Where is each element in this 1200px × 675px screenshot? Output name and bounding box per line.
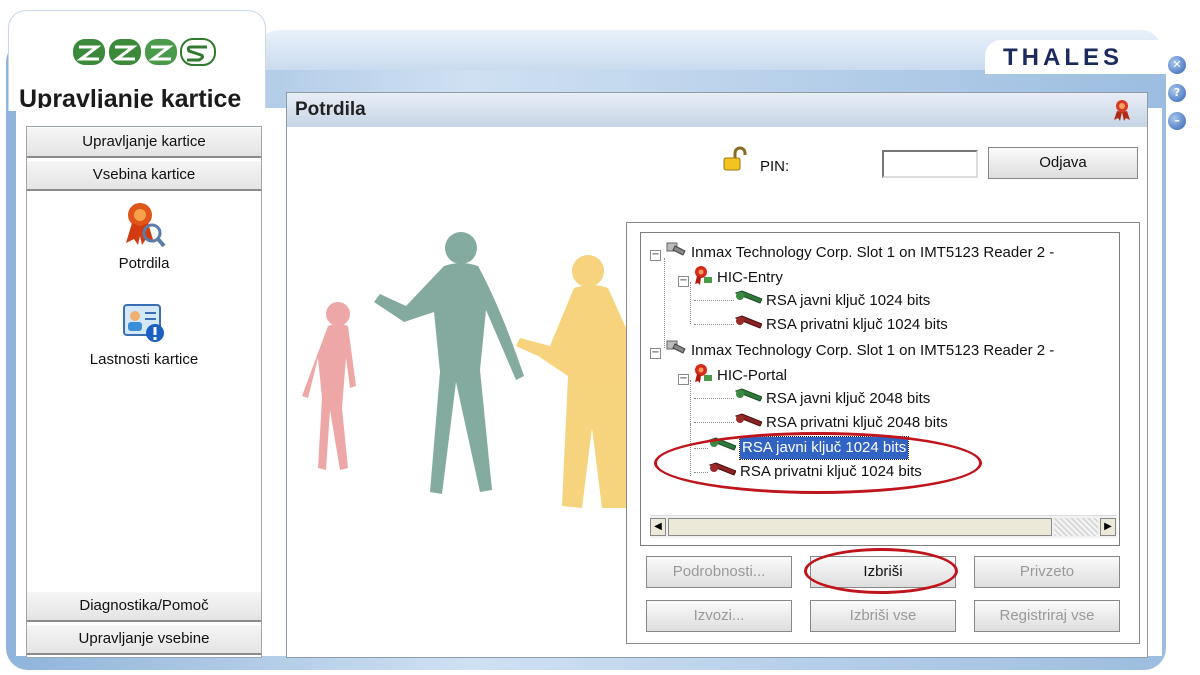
tree-node[interactable]: RSA privatni ključ 1024 bits — [734, 314, 948, 336]
close-button[interactable]: ✕ — [1168, 56, 1186, 74]
tree-node[interactable]: RSA privatni ključ 1024 bits — [708, 461, 922, 483]
sidebar-item-label: Potrdila — [118, 255, 170, 272]
tree-node-label: Inmax Technology Corp. Slot 1 on IMT5123… — [691, 341, 1055, 359]
collapse-icon[interactable]: − — [650, 348, 661, 360]
padlock-icon — [723, 146, 747, 171]
tree-node-selected[interactable]: RSA javni ključ 1024 bits — [708, 435, 910, 460]
collapse-icon[interactable]: − — [678, 275, 689, 287]
tree-connector — [690, 380, 691, 424]
pin-input[interactable] — [882, 150, 978, 178]
tree-node[interactable]: − HIC-Portal — [678, 363, 787, 385]
tree-node-label: HIC-Entry — [717, 269, 783, 286]
tree-connector — [694, 398, 734, 399]
public-key-icon — [734, 387, 763, 410]
tree-connector — [694, 422, 734, 423]
private-key-icon — [708, 461, 737, 484]
public-key-icon — [708, 436, 737, 459]
export-button[interactable]: Izvozi... — [646, 600, 792, 632]
tree-node[interactable]: RSA javni ključ 1024 bits — [734, 289, 930, 311]
tree-node-label: RSA javni ključ 1024 bits — [738, 435, 910, 460]
sidebar-item-card-properties[interactable]: Lastnosti kartice — [27, 299, 261, 368]
delete-button[interactable]: Izbriši — [810, 556, 956, 588]
tree-node[interactable]: − Inmax Technology Corp. Slot 1 on IMT512… — [650, 338, 1054, 360]
certificate-user-icon — [1114, 100, 1130, 121]
tree-node-label: Inmax Technology Corp. Slot 1 on IMT5123… — [691, 243, 1055, 261]
certificate-icon — [693, 363, 713, 390]
logout-button[interactable]: Odjava — [988, 147, 1138, 179]
register-all-button[interactable]: Registriraj vse — [974, 600, 1120, 632]
certificate-icon — [693, 265, 713, 292]
reader-icon — [665, 240, 687, 265]
people-illustration — [302, 232, 626, 508]
sidebar: Upravljanje kartice Vsebina kartice Potr… — [26, 126, 262, 658]
sidebar-item-card-content[interactable]: Vsebina kartice — [27, 160, 261, 191]
sidebar-item-content-management[interactable]: Upravljanje vsebine — [27, 624, 261, 655]
tree-connector — [664, 258, 665, 348]
tree-node-label: RSA javni ključ 1024 bits — [766, 291, 931, 309]
tree-node[interactable]: − HIC-Entry — [678, 265, 783, 287]
tree-node-label: RSA privatni ključ 1024 bits — [766, 316, 948, 333]
reader-icon — [665, 338, 687, 363]
tree-node-label: HIC-Portal — [717, 367, 788, 384]
collapse-icon[interactable]: − — [678, 373, 689, 385]
scroll-thumb[interactable] — [668, 518, 1052, 536]
default-button[interactable]: Privzeto — [974, 556, 1120, 588]
tree-connector — [694, 324, 734, 325]
private-key-icon — [734, 412, 763, 435]
card-properties-icon — [123, 304, 164, 342]
panel-header: Potrdila — [287, 93, 1147, 127]
certificate-icon — [126, 203, 166, 248]
thales-logo: THALES — [1003, 44, 1123, 71]
scroll-left-icon[interactable]: ◀ — [650, 518, 666, 536]
green-figure — [374, 232, 524, 494]
tree-connector — [690, 424, 691, 476]
zzzs-logo — [73, 38, 216, 66]
tree-node-label: RSA javni ključ 2048 bits — [766, 389, 931, 407]
scroll-track[interactable] — [1054, 518, 1098, 536]
tree-node[interactable]: RSA javni ključ 2048 bits — [734, 387, 930, 409]
logo-tab: Upravljanje kartice — [8, 10, 266, 113]
horizontal-scrollbar[interactable]: ◀ ▶ — [650, 515, 1117, 538]
details-button[interactable]: Podrobnosti... — [646, 556, 792, 588]
minimize-button[interactable]: – — [1168, 112, 1186, 130]
red-figure — [302, 302, 356, 470]
sidebar-item-diagnostics-help[interactable]: Diagnostika/Pomoč — [27, 591, 261, 622]
tree-node-label: RSA privatni ključ 1024 bits — [740, 463, 922, 480]
collapse-icon[interactable]: − — [650, 250, 661, 262]
tree-node-label: RSA privatni ključ 2048 bits — [766, 414, 948, 431]
sidebar-item-label: Lastnosti kartice — [89, 351, 199, 368]
tree-connector — [694, 472, 708, 473]
pin-label: PIN: — [760, 158, 790, 175]
tree-connector — [694, 448, 708, 449]
tree-node[interactable]: RSA privatni ključ 2048 bits — [734, 412, 948, 434]
sidebar-item-card-management[interactable]: Upravljanje kartice — [27, 127, 261, 158]
brand-tab: THALES — [985, 40, 1175, 74]
yellow-figure — [516, 255, 626, 508]
help-button[interactable]: ? — [1168, 84, 1186, 102]
panel-title: Potrdila — [295, 99, 366, 120]
scroll-right-icon[interactable]: ▶ — [1100, 518, 1116, 536]
sidebar-item-certificates[interactable]: Potrdila — [27, 201, 261, 272]
tree-node[interactable]: − Inmax Technology Corp. Slot 1 on IMT512… — [650, 240, 1054, 262]
tree-connector — [694, 300, 734, 301]
public-key-icon — [734, 289, 763, 312]
private-key-icon — [734, 314, 763, 337]
delete-all-button[interactable]: Izbriši vse — [810, 600, 956, 632]
tree-connector — [690, 282, 691, 324]
